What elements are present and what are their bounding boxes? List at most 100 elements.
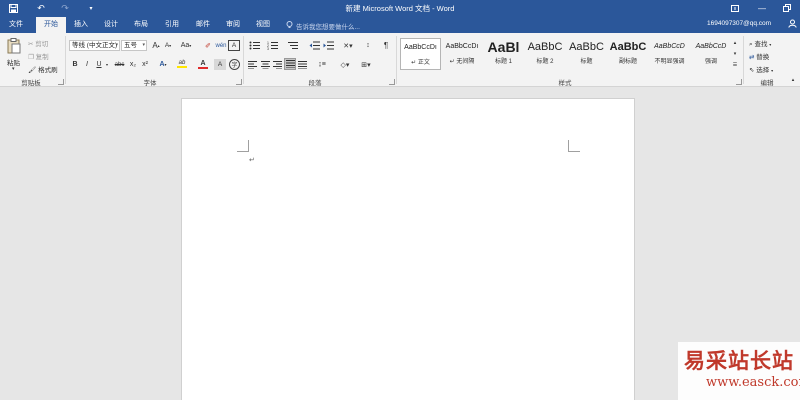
justify-icon[interactable]	[284, 58, 296, 70]
group-divider	[396, 36, 397, 84]
subscript-button[interactable]: x₂	[128, 59, 138, 70]
shading-icon[interactable]: ◇▾	[337, 59, 353, 70]
clipboard-launcher-icon[interactable]	[58, 79, 64, 85]
paragraph-group-label: 段落	[308, 80, 322, 87]
user-account[interactable]: 1694097307@qq.com	[707, 20, 771, 27]
paste-dropdown-icon[interactable]: ▾	[12, 66, 15, 72]
tab-view[interactable]: 视图	[250, 17, 276, 33]
font-size-value: 五号	[124, 42, 137, 49]
underline-dropdown-icon[interactable]: ▾	[104, 59, 110, 70]
style-item[interactable]: AaBl 标题 1	[483, 38, 524, 70]
sort-icon[interactable]: ↕	[362, 40, 374, 51]
strikethrough-button[interactable]: abc	[113, 59, 126, 70]
style-item[interactable]: AaBbC 副标题	[608, 38, 649, 70]
user-icon[interactable]	[788, 19, 797, 30]
style-sample: AaBl	[487, 39, 520, 55]
copy-button[interactable]: ❐ 复制	[28, 51, 49, 61]
copy-label: 复制	[35, 54, 49, 61]
enclose-char-icon[interactable]: 字	[229, 59, 240, 70]
style-item[interactable]: AaBbCcDı ↵ 正文	[400, 38, 441, 70]
grow-font-button[interactable]: A ▴	[151, 40, 161, 51]
select-button[interactable]: ⇖ 选择 ▾	[749, 64, 773, 74]
style-item[interactable]: AaBbCcD 强调	[691, 38, 732, 70]
tab-references[interactable]: 引用	[159, 17, 185, 33]
group-divider	[743, 36, 744, 84]
align-right-icon[interactable]	[272, 59, 283, 70]
borders-icon[interactable]: ⊞▾	[358, 59, 374, 70]
highlight-button[interactable]: ab	[175, 58, 189, 70]
show-marks-icon[interactable]: ¶	[380, 40, 392, 51]
format-painter-label: 格式刷	[38, 67, 58, 74]
chinese-layout-icon[interactable]: ✕▾	[340, 40, 356, 51]
style-name: 强调	[704, 59, 717, 65]
style-name: 标题 1	[494, 59, 512, 65]
style-name: ↵ 无间隔	[449, 59, 475, 65]
shrink-font-button[interactable]: A ▾	[163, 40, 173, 51]
clear-formatting-icon[interactable]: ✐	[202, 40, 214, 51]
char-shading-icon[interactable]: A	[214, 59, 226, 70]
svg-text:3: 3	[267, 47, 269, 50]
phonetic-guide-icon[interactable]: wén	[215, 40, 227, 51]
tab-insert[interactable]: 插入	[68, 17, 94, 33]
change-case-button[interactable]: Aa ▾	[178, 40, 194, 51]
style-sample: AaBbCcDı	[445, 43, 479, 50]
ribbon-tabs: 文件 开始 插入 设计 布局 引用 邮件 审阅 视图 告诉我您想要做什么... …	[0, 17, 800, 33]
style-name: 标题 2	[536, 59, 554, 65]
chevron-down-icon: ▾	[115, 42, 118, 48]
increase-indent-icon[interactable]	[322, 40, 334, 51]
font-launcher-icon[interactable]	[236, 79, 242, 85]
styles-scroll-up-icon[interactable]: ▴	[731, 38, 739, 48]
multilevel-list-icon[interactable]	[284, 40, 302, 51]
bold-button[interactable]: B	[70, 59, 80, 70]
find-button[interactable]: ⌕ 查找 ▾	[749, 38, 771, 49]
text-effects-button[interactable]: A ▾	[156, 59, 170, 70]
tell-me-box[interactable]: 告诉我您想要做什么...	[286, 20, 360, 31]
font-name-select[interactable]: 等线 (中文正文) ▾	[69, 40, 120, 51]
line-spacing-icon[interactable]: ↨≡	[313, 59, 331, 70]
replace-button[interactable]: ⇄ 替换	[749, 51, 769, 61]
collapse-ribbon-icon[interactable]: ▴	[789, 76, 797, 84]
paragraph-mark: ↵	[249, 157, 255, 164]
clipboard-group-label: 剪贴板	[21, 80, 41, 87]
format-painter-button[interactable]: 🖌 格式刷	[28, 64, 58, 74]
restore-icon[interactable]	[780, 2, 794, 14]
styles-launcher-icon[interactable]	[736, 79, 742, 85]
ribbon-display-icon[interactable]	[728, 2, 742, 14]
paste-icon[interactable]	[4, 37, 24, 55]
style-item[interactable]: AaBbCcD 不明显强调	[649, 38, 690, 70]
style-item[interactable]: AaBbCcDı ↵ 无间隔	[442, 38, 483, 70]
cut-button[interactable]: ✂ 剪切	[28, 38, 48, 48]
decrease-indent-icon[interactable]	[308, 40, 320, 51]
style-item[interactable]: AaBbC 标题	[566, 38, 607, 70]
superscript-button[interactable]: x²	[140, 59, 150, 70]
bullets-icon[interactable]	[247, 40, 263, 51]
font-color-button[interactable]: A	[196, 58, 210, 70]
tab-layout[interactable]: 布局	[128, 17, 154, 33]
char-border-icon[interactable]: A	[228, 40, 240, 51]
align-left-icon[interactable]	[247, 59, 258, 70]
tab-design[interactable]: 设计	[98, 17, 124, 33]
replace-label: 替换	[756, 54, 770, 61]
styles-scroll-down-icon[interactable]: ▾	[731, 49, 739, 59]
style-sample: AaBbC	[569, 41, 604, 53]
window-title: 新建 Microsoft Word 文档 - Word	[345, 4, 455, 13]
tab-mailings[interactable]: 邮件	[190, 17, 216, 33]
select-cursor-icon: ⇖	[749, 67, 755, 74]
italic-button[interactable]: I	[82, 59, 92, 70]
paragraph-launcher-icon[interactable]	[389, 79, 395, 85]
tab-home[interactable]: 开始	[36, 17, 66, 33]
margin-corner-top-left	[237, 140, 249, 152]
group-divider	[65, 36, 66, 84]
underline-button[interactable]: U	[94, 59, 104, 70]
styles-group-label: 样式	[558, 80, 572, 87]
style-item[interactable]: AaBbC 标题 2	[525, 38, 566, 70]
tab-review[interactable]: 审阅	[220, 17, 246, 33]
tab-file[interactable]: 文件	[0, 17, 32, 33]
distributed-icon[interactable]	[297, 59, 308, 70]
align-center-icon[interactable]	[260, 59, 271, 70]
font-size-select[interactable]: 五号 ▾	[121, 40, 147, 51]
document-page[interactable]: ↵	[181, 98, 635, 400]
minimize-icon[interactable]: —	[755, 2, 769, 14]
styles-more-icon[interactable]: ☰	[731, 60, 739, 70]
numbering-icon[interactable]: 123	[265, 40, 281, 51]
